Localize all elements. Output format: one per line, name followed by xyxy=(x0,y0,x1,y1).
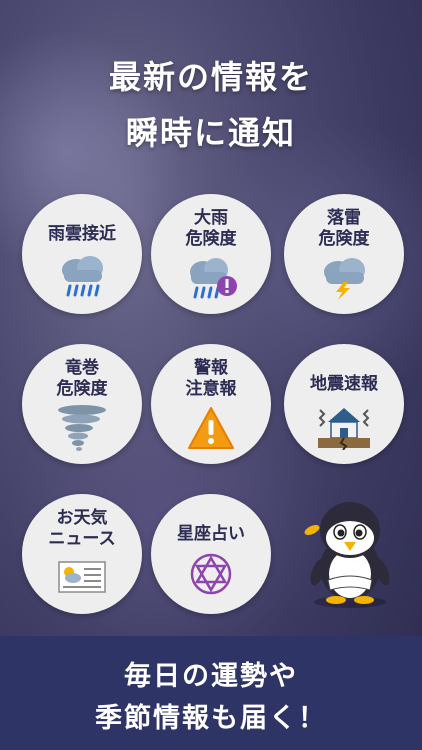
headline-line2: 瞬時に通知 xyxy=(125,114,296,152)
footer-line2: 季節情報も届く！ xyxy=(95,703,327,734)
tile-label: 雨雲接近 xyxy=(48,224,116,244)
tile-weather-news[interactable]: お天気 ニュース xyxy=(22,494,142,614)
tile-tornado[interactable]: 竜巻 危険度 xyxy=(22,344,142,464)
footer-line1: 毎日の運勢や xyxy=(124,661,298,692)
tile-label-2: 危険度 xyxy=(318,229,370,249)
tile-label-2: 危険度 xyxy=(185,229,237,249)
thunder-cloud-icon xyxy=(324,258,365,300)
tile-label-2: 危険度 xyxy=(56,379,108,399)
tile-label-2: 注意報 xyxy=(185,379,237,399)
tile-rain-approach[interactable]: 雨雲接近 xyxy=(22,194,142,314)
tile-label-1: 竜巻 xyxy=(65,358,99,378)
tile-label: 星座占い xyxy=(177,524,245,544)
rain-cloud-icon xyxy=(62,256,103,297)
tile-label-1: 警報 xyxy=(194,358,228,378)
tile-label-1: お天気 xyxy=(56,508,108,528)
tile-heavy-rain[interactable]: 大雨 危険度 xyxy=(151,194,271,314)
weather-news-icon xyxy=(58,561,106,593)
tile-lightning[interactable]: 落雷 危険度 xyxy=(284,194,404,314)
tile-label-1: 大雨 xyxy=(194,208,228,228)
tile-warnings[interactable]: 警報 注意報 xyxy=(151,344,271,464)
heavy-rain-warning-icon xyxy=(190,258,237,299)
tile-earthquake[interactable]: 地震速報 xyxy=(284,344,404,464)
headline-line1: 最新の情報を xyxy=(108,58,313,96)
footer-banner: 毎日の運勢や 季節情報も届く！ xyxy=(0,636,422,750)
tile-label-1: 落雷 xyxy=(327,208,361,228)
earthquake-house-icon xyxy=(318,408,370,450)
warning-triangle-icon xyxy=(188,407,234,449)
tile-horoscope[interactable]: 星座占い xyxy=(151,494,271,614)
hexagram-star-icon xyxy=(190,553,232,595)
penguin-mascot xyxy=(304,502,390,608)
tile-label-2: ニュース xyxy=(48,529,116,549)
tornado-icon xyxy=(58,405,106,451)
tile-label: 地震速報 xyxy=(310,374,378,394)
